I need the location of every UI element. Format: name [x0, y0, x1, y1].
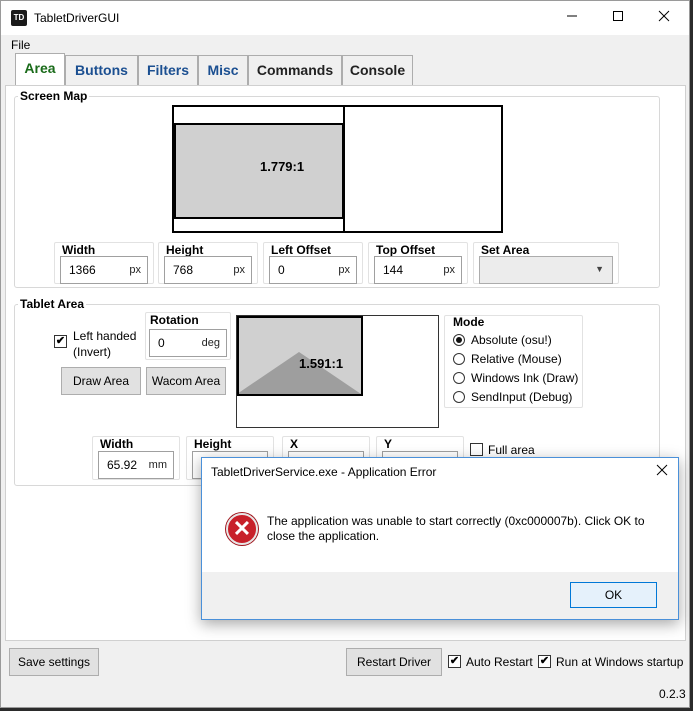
maximize-button[interactable] [595, 1, 641, 35]
screen-height-unit: px [233, 264, 245, 276]
screen-width-label: Width [62, 243, 96, 257]
tablet-area-title: Tablet Area [18, 297, 87, 311]
tab-filters[interactable]: Filters [138, 55, 198, 86]
close-button[interactable] [641, 1, 687, 35]
minimize-icon [567, 15, 577, 17]
rotation-input[interactable]: 0 deg [149, 329, 227, 357]
screen-left-offset-unit: px [338, 264, 350, 276]
screen-top-offset-value: 144 [383, 263, 404, 277]
draw-area-button[interactable]: Draw Area [61, 367, 141, 395]
dialog-message-line1: The application was unable to start corr… [267, 514, 645, 528]
screen-width-group: Width 1366 px [54, 242, 154, 284]
screen-width-unit: px [129, 264, 141, 276]
left-handed-label-line1: Left handed [73, 329, 137, 343]
maximize-icon [613, 11, 623, 21]
screen-left-offset-input[interactable]: 0 px [269, 256, 357, 284]
dialog-footer: OK [202, 572, 678, 619]
tab-strip: Area Buttons Filters Misc Commands Conso… [1, 53, 689, 86]
dialog-message: The application was unable to start corr… [267, 514, 645, 544]
screen-top-offset-group: Top Offset 144 px [368, 242, 468, 284]
set-area-dropdown[interactable]: ▼ [479, 256, 613, 284]
set-area-label: Set Area [481, 243, 530, 257]
tab-buttons[interactable]: Buttons [65, 55, 138, 86]
mode-label: Mode [453, 315, 485, 329]
tablet-height-label: Height [194, 437, 232, 451]
tablet-width-value: 65.92 [107, 458, 138, 472]
full-area-checkbox[interactable] [470, 443, 483, 456]
left-handed-label-line2: (Invert) [73, 345, 112, 359]
ok-button[interactable]: OK [570, 582, 657, 608]
chevron-down-icon: ▼ [595, 264, 604, 274]
tablet-map-frame: 1.591:1 [236, 315, 439, 428]
full-area-label[interactable]: Full area [488, 443, 535, 457]
screen-width-input[interactable]: 1366 px [60, 256, 148, 284]
screen-map-ratio: 1.779:1 [260, 159, 305, 174]
tablet-width-label: Width [100, 437, 134, 451]
set-area-group: Set Area ▼ [473, 242, 619, 284]
screen-top-offset-unit: px [443, 264, 455, 276]
screen-map-area[interactable]: 1.779:1 [174, 123, 344, 219]
tab-console[interactable]: Console [342, 55, 413, 86]
tablet-width-input[interactable]: 65.92 mm [98, 451, 174, 479]
screen-left-offset-value: 0 [278, 263, 285, 277]
screen-top-offset-label: Top Offset [376, 243, 436, 257]
mode-radio-absolute[interactable] [453, 334, 465, 346]
rotation-label: Rotation [150, 313, 199, 327]
wacom-area-button[interactable]: Wacom Area [146, 367, 226, 395]
run-at-startup-label[interactable]: Run at Windows startup [556, 655, 683, 669]
menu-bar: File [1, 35, 689, 55]
window-title: TabletDriverGUI [34, 11, 120, 25]
tablet-x-label: X [290, 437, 299, 451]
mode-option-absolute[interactable]: Absolute (osu!) [471, 333, 552, 347]
menu-file[interactable]: File [11, 38, 30, 52]
mode-option-relative[interactable]: Relative (Mouse) [471, 352, 562, 366]
screen-height-input[interactable]: 768 px [164, 256, 252, 284]
dialog-message-line2: close the application. [267, 529, 380, 543]
mode-group: Mode Absolute (osu!) Relative (Mouse) Wi… [444, 315, 583, 408]
mode-option-sendinput[interactable]: SendInput (Debug) [471, 390, 572, 404]
tab-misc[interactable]: Misc [198, 55, 248, 86]
left-handed-checkbox[interactable]: ✔ [54, 335, 67, 348]
dialog-title: TabletDriverService.exe - Application Er… [211, 465, 437, 479]
auto-restart-label[interactable]: Auto Restart [466, 655, 533, 669]
screen-height-value: 768 [173, 263, 194, 277]
error-icon: ✕ [226, 513, 258, 545]
tablet-map-ratio: 1.591:1 [299, 356, 344, 371]
auto-restart-checkbox[interactable]: ✔ [448, 655, 461, 668]
screen-top-offset-input[interactable]: 144 px [374, 256, 462, 284]
app-icon: TD [11, 10, 27, 26]
tablet-width-group: Width 65.92 mm [92, 436, 180, 480]
dialog-close-button[interactable] [652, 464, 672, 482]
tab-area[interactable]: Area [15, 53, 65, 86]
tablet-map-area[interactable]: 1.591:1 [237, 316, 363, 396]
version-label: 0.2.3 [659, 687, 686, 701]
run-at-startup-checkbox[interactable]: ✔ [538, 655, 551, 668]
save-settings-button[interactable]: Save settings [9, 648, 99, 676]
screen-left-offset-group: Left Offset 0 px [263, 242, 363, 284]
minimize-button[interactable] [549, 1, 595, 35]
close-icon [658, 10, 670, 22]
tab-commands[interactable]: Commands [248, 55, 342, 86]
left-handed-label[interactable]: Left handed (Invert) [73, 328, 136, 360]
rotation-value: 0 [158, 336, 165, 350]
tablet-y-label: Y [384, 437, 393, 451]
screen-left-offset-label: Left Offset [271, 243, 331, 257]
error-dialog: TabletDriverService.exe - Application Er… [201, 457, 679, 620]
screen-map-monitor-frame: 1.779:1 [172, 105, 503, 233]
rotation-unit: deg [201, 337, 220, 349]
mode-radio-relative[interactable] [453, 353, 465, 365]
screen-map-title: Screen Map [18, 89, 90, 103]
mode-radio-windows-ink[interactable] [453, 372, 465, 384]
rotation-group: Rotation 0 deg [145, 312, 231, 360]
close-icon [656, 464, 668, 476]
restart-driver-button[interactable]: Restart Driver [346, 648, 442, 676]
screen-height-label: Height [166, 243, 204, 257]
mode-radio-sendinput[interactable] [453, 391, 465, 403]
screen-height-group: Height 768 px [158, 242, 258, 284]
screen-width-value: 1366 [69, 263, 96, 277]
tablet-width-unit: mm [148, 459, 167, 471]
mode-option-windows-ink[interactable]: Windows Ink (Draw) [471, 371, 578, 385]
title-bar[interactable]: TD TabletDriverGUI [1, 1, 689, 35]
